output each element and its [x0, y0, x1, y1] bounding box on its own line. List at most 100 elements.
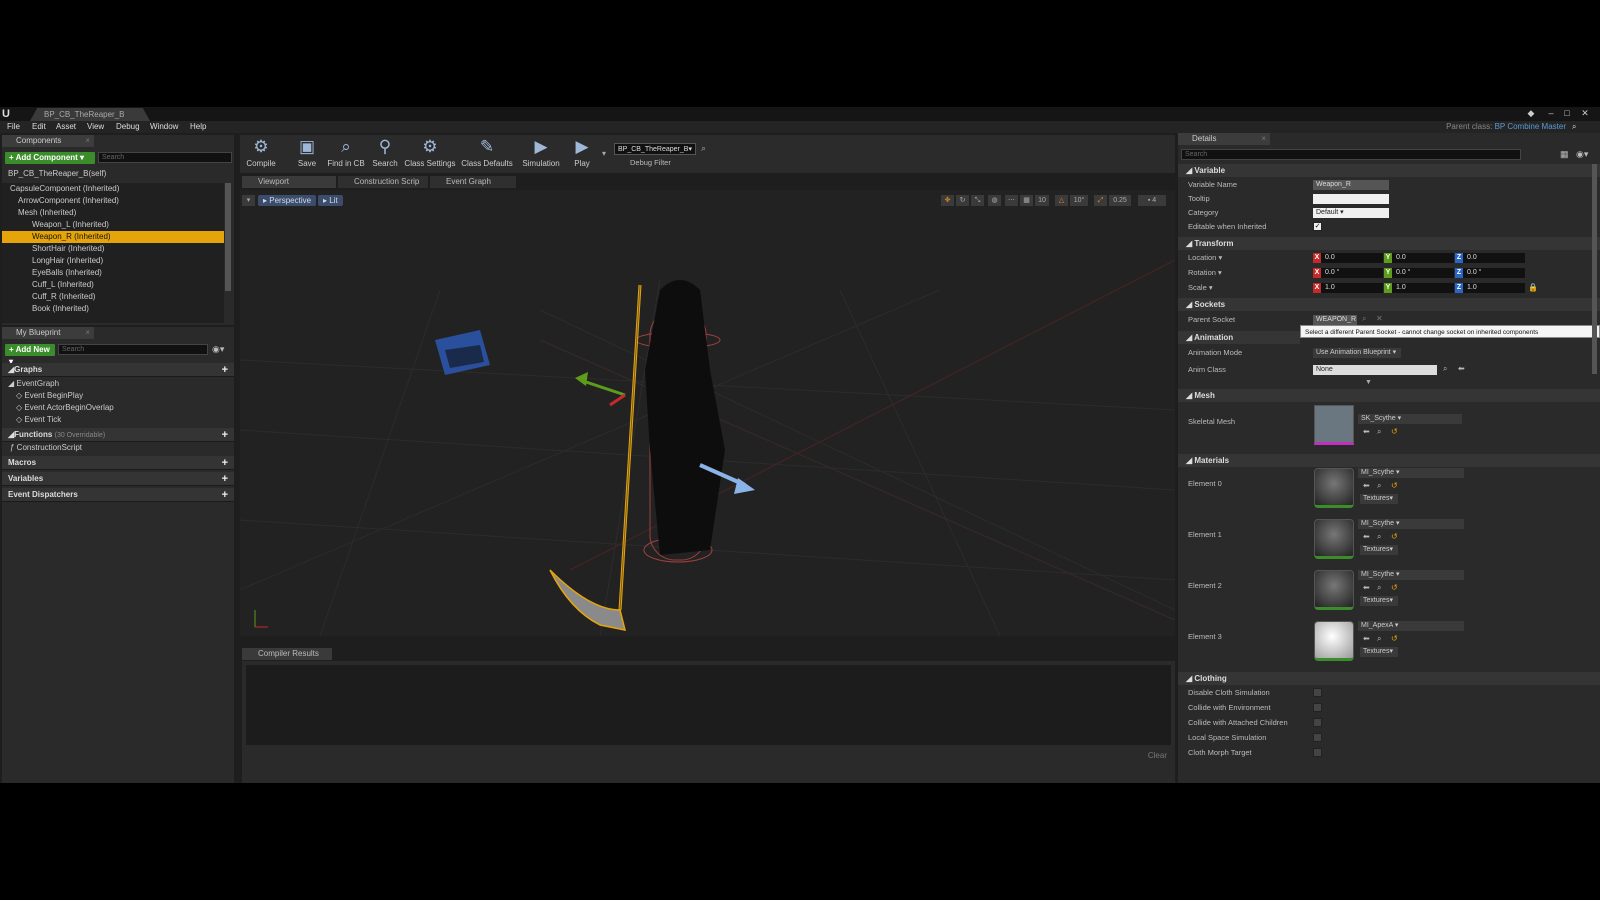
viewport[interactable]: ▾ ▸ Perspective ▸ Lit ✥ ↻ ⤡ ◍ ⋯ ▦ 10 △ 1… — [240, 190, 1175, 636]
animation-section[interactable]: ◢ Animation — [1178, 331, 1300, 344]
location-y[interactable]: Y 0.0 — [1384, 253, 1454, 263]
menu-asset[interactable]: Asset — [56, 121, 76, 133]
add-new-button[interactable]: + Add New ▾ — [5, 344, 55, 366]
mesh-browse-icon[interactable]: ⌕ — [1377, 427, 1381, 437]
add-component-button[interactable]: + Add Component ▾ — [5, 152, 95, 164]
rotation-snap-icon[interactable]: △ — [1055, 195, 1068, 206]
category-combo[interactable]: Default ▾ — [1313, 208, 1389, 218]
lock-icon[interactable]: 🔒 — [1528, 283, 1538, 292]
class-defaults-button[interactable]: ✎ Class Defaults — [460, 135, 514, 173]
anim-class-use-arrow-icon[interactable]: ⬅ — [1458, 364, 1465, 373]
graphs-header[interactable]: ◢Graphs + — [2, 363, 234, 377]
editable-checkbox[interactable]: ✓ — [1313, 222, 1322, 231]
clothing-section[interactable]: ◢ Clothing — [1178, 672, 1600, 685]
menu-window[interactable]: Window — [150, 121, 178, 133]
search-icon[interactable]: ⌕ — [1572, 121, 1576, 133]
add-variable-icon[interactable]: + — [222, 472, 228, 486]
material-browse-icon[interactable]: ⌕ — [1377, 481, 1381, 491]
mesh-section[interactable]: ◢ Mesh — [1178, 389, 1600, 402]
functions-header[interactable]: ◢Functions (30 Overridable) + — [2, 428, 234, 442]
select-mode-icon[interactable]: ✥ — [941, 195, 954, 206]
menu-debug[interactable]: Debug — [116, 121, 140, 133]
compile-button[interactable]: ⚙ Compile — [240, 135, 282, 173]
close-icon[interactable]: × — [1261, 133, 1266, 145]
material-thumbnail[interactable] — [1314, 621, 1354, 661]
material-combo[interactable]: MI_Scythe ▾ — [1358, 468, 1464, 478]
event-item[interactable]: ◇ Event Tick — [16, 414, 61, 426]
play-button[interactable]: ▶ Play — [564, 135, 600, 173]
details-search-input[interactable]: Search — [1181, 149, 1521, 160]
material-use-arrow-icon[interactable]: ⬅ — [1363, 583, 1370, 592]
tree-item[interactable]: ArrowComponent (Inherited) — [2, 195, 224, 207]
location-z[interactable]: Z 0.0 — [1455, 253, 1525, 263]
scale-x[interactable]: X 1.0 — [1313, 283, 1383, 293]
animation-mode-combo[interactable]: Use Animation Blueprint ▾ — [1313, 348, 1401, 358]
camera-speed[interactable]: ▪ 4 — [1138, 195, 1166, 206]
debug-object-select[interactable]: BP_CB_TheReaper_B▾ — [614, 143, 696, 155]
variables-header[interactable]: Variables + — [2, 472, 234, 486]
parent-class-link[interactable]: BP Combine Master — [1495, 122, 1566, 131]
material-use-arrow-icon[interactable]: ⬅ — [1363, 481, 1370, 490]
visibility-eye-icon[interactable]: ◉▾ — [1576, 149, 1588, 160]
add-macro-icon[interactable]: + — [222, 456, 228, 470]
skeletal-mesh-combo[interactable]: SK_Scythe ▾ — [1358, 414, 1462, 424]
material-reset-icon[interactable]: ↺ — [1391, 583, 1398, 592]
rotation-z[interactable]: Z 0.0 ° — [1455, 268, 1525, 278]
tree-item-selected[interactable]: Weapon_R (Inherited) — [2, 231, 224, 243]
event-item[interactable]: ◇ Event BeginPlay — [16, 390, 83, 402]
simulation-button[interactable]: ▶ Simulation — [518, 135, 564, 173]
mesh-reset-icon[interactable]: ↺ — [1391, 427, 1398, 436]
event-item[interactable]: ◇ Event ActorBeginOverlap — [16, 402, 114, 414]
material-browse-icon[interactable]: ⌕ — [1377, 532, 1381, 542]
material-combo[interactable]: MI_Scythe ▾ — [1358, 570, 1464, 580]
material-browse-icon[interactable]: ⌕ — [1377, 583, 1381, 593]
tab-details[interactable]: Details × — [1178, 133, 1270, 145]
tree-item[interactable]: Weapon_L (Inherited) — [2, 219, 224, 231]
advanced-expand-icon[interactable]: ▼ — [1365, 379, 1372, 386]
material-thumbnail[interactable] — [1314, 570, 1354, 610]
close-icon[interactable]: ✕ — [1578, 107, 1592, 119]
class-settings-button[interactable]: ⚙ Class Settings — [404, 135, 456, 173]
tab-my-blueprint[interactable]: My Blueprint × — [2, 327, 94, 339]
tree-item[interactable]: Book (Inherited) — [2, 303, 224, 315]
surface-snap-icon[interactable]: ⋯ — [1005, 195, 1018, 206]
tab-event-graph[interactable]: Event Graph — [430, 176, 516, 188]
variable-section[interactable]: ◢ Variable — [1178, 164, 1600, 177]
material-use-arrow-icon[interactable]: ⬅ — [1363, 532, 1370, 541]
scale-snap-value[interactable]: 0.25 — [1109, 195, 1131, 206]
scale-snap-icon[interactable]: ⤢ — [1094, 195, 1107, 206]
skeletal-mesh-thumbnail[interactable] — [1314, 405, 1354, 445]
textures-dropdown[interactable]: Textures▾ — [1360, 596, 1398, 606]
scale-z[interactable]: Z 1.0 — [1455, 283, 1525, 293]
add-graph-icon[interactable]: + — [222, 363, 228, 377]
clothing-checkbox[interactable] — [1313, 748, 1322, 757]
close-icon[interactable]: × — [85, 135, 90, 147]
close-icon[interactable]: × — [85, 327, 90, 339]
sockets-section[interactable]: ◢ Sockets — [1178, 298, 1600, 311]
tree-item[interactable]: Cuff_L (Inherited) — [2, 279, 224, 291]
anim-class-combo[interactable]: None — [1313, 365, 1437, 375]
perspective-button[interactable]: ▸ Perspective — [258, 195, 317, 206]
material-reset-icon[interactable]: ↺ — [1391, 481, 1398, 490]
clothing-checkbox[interactable] — [1313, 733, 1322, 742]
lit-button[interactable]: ▸ Lit — [318, 195, 343, 206]
material-combo[interactable]: MI_Scythe ▾ — [1358, 519, 1464, 529]
socket-search-icon[interactable]: ⌕ — [1362, 314, 1366, 324]
debug-search-icon[interactable]: ⌕ — [701, 143, 706, 154]
tree-item[interactable]: LongHair (Inherited) — [2, 255, 224, 267]
add-function-icon[interactable]: + — [222, 428, 228, 442]
materials-section[interactable]: ◢ Materials — [1178, 454, 1600, 467]
textures-dropdown[interactable]: Textures▾ — [1360, 545, 1398, 555]
notification-icon[interactable]: ◆ — [1524, 107, 1538, 119]
details-scrollbar[interactable] — [1592, 164, 1597, 374]
viewport-options-chevron-icon[interactable]: ▾ — [242, 195, 255, 206]
tooltip-field[interactable] — [1313, 194, 1389, 204]
clothing-checkbox[interactable] — [1313, 718, 1322, 727]
macros-header[interactable]: Macros + — [2, 456, 234, 470]
tree-item[interactable]: ShortHair (Inherited) — [2, 243, 224, 255]
clothing-checkbox[interactable] — [1313, 703, 1322, 712]
tab-compiler-results[interactable]: Compiler Results — [242, 648, 332, 660]
tab-viewport[interactable]: Viewport — [242, 176, 336, 188]
socket-clear-icon[interactable]: ✕ — [1376, 314, 1383, 323]
tab-construction-script[interactable]: Construction Scrip — [338, 176, 428, 188]
